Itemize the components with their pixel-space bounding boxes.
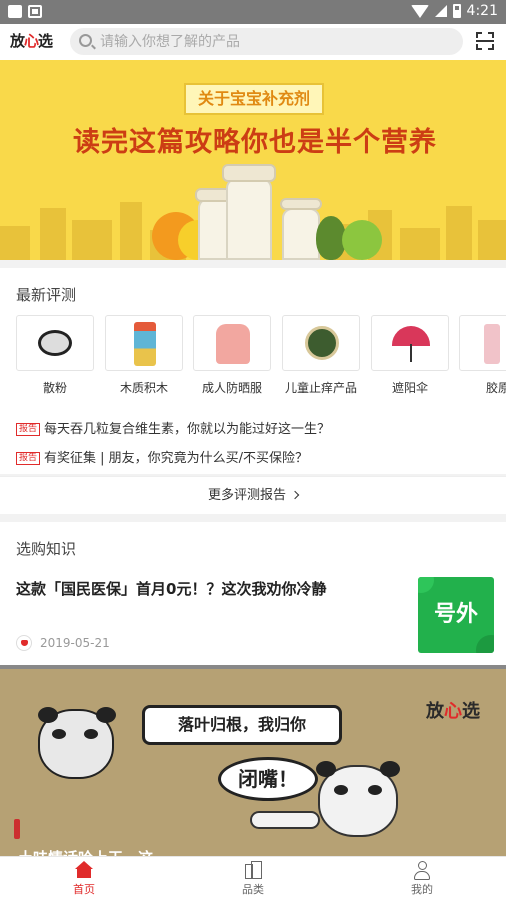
search-bar[interactable] — [70, 28, 463, 55]
ointment-tin-icon — [305, 326, 339, 360]
speech-bubble: 闭嘴！ — [218, 757, 318, 801]
section-title-knowledge: 选购知识 — [16, 540, 77, 558]
compact-powder-icon — [38, 330, 72, 356]
product-carousel[interactable]: 散粉 木质积木 成人防晒服 儿童止痒产品 遮阳伞 胶 — [16, 315, 506, 395]
product-card[interactable]: 胶原 — [459, 315, 506, 395]
gallery-notification-icon — [28, 5, 42, 18]
signal-icon — [434, 5, 447, 17]
home-icon — [75, 861, 93, 879]
category-icon — [244, 861, 262, 879]
nav-home[interactable]: 首页 — [34, 861, 134, 897]
product-card[interactable]: 成人防晒服 — [193, 315, 271, 395]
product-card[interactable]: 木质积木 — [105, 315, 183, 395]
pointing-hand-icon — [250, 811, 320, 829]
chevron-right-icon — [290, 490, 300, 500]
product-card[interactable]: 遮阳伞 — [371, 315, 449, 395]
bottom-navigation: 首页 品类 我的 — [0, 856, 506, 900]
apple-icon — [342, 220, 382, 260]
search-input[interactable] — [100, 31, 450, 52]
nav-category[interactable]: 品类 — [203, 861, 303, 897]
meme-illustration: 落叶归根，我归你 闭嘴！ — [18, 699, 408, 839]
supplement-bottle-icon — [282, 208, 320, 260]
article-title[interactable]: 这款「国民医保」首月0元！？这次我劝你冷静 — [16, 578, 396, 599]
status-time: 4:21 — [466, 3, 498, 19]
product-card[interactable]: 儿童止痒产品 — [282, 315, 360, 395]
report-badge: 报告 — [16, 452, 41, 465]
article-meta: 2019-05-21 — [16, 635, 110, 651]
buying-knowledge-section: 选购知识 这款「国民医保」首月0元！？这次我劝你冷静 2019-05-21 号外 — [0, 522, 506, 665]
collagen-bottle-icon — [484, 324, 500, 364]
scan-icon[interactable] — [476, 32, 494, 50]
report-badge: 报告 — [16, 423, 41, 436]
sun-jacket-icon — [216, 324, 250, 364]
more-reports-link[interactable]: 更多评测报告 — [0, 476, 506, 514]
status-bar: 4:21 — [0, 0, 506, 24]
report-link[interactable]: 报告 每天吞几粒复合维生素，你就以为能过好这一生？ — [16, 418, 330, 437]
article-date: 2019-05-21 — [40, 636, 110, 650]
search-icon — [79, 34, 92, 47]
supplement-bottle-icon — [226, 178, 272, 260]
profile-icon — [413, 861, 431, 880]
top-header: 放心选 — [0, 24, 506, 60]
section-title-reviews: 最新评测 — [16, 286, 77, 304]
notification-icon — [8, 5, 22, 18]
red-marker — [14, 819, 20, 839]
article-thumbnail[interactable]: 号外 — [418, 577, 494, 653]
latest-reviews-section: 最新评测 散粉 木质积木 成人防晒服 儿童止痒产品 遮阳伞 胶 报告 每天吞几粒… — [0, 268, 506, 474]
wooden-blocks-jar-icon — [134, 322, 156, 366]
meme-article-banner[interactable]: 落叶归根，我归你 闭嘴！ 放心选 土味情话哈上天，这 — [0, 665, 506, 856]
nav-profile[interactable]: 我的 — [372, 861, 472, 897]
speech-bubble: 落叶归根，我归你 — [142, 705, 342, 745]
wifi-icon — [410, 4, 429, 18]
umbrella-icon — [392, 326, 430, 346]
promo-banner[interactable]: 关于宝宝补充剂 读完这篇攻略你也是半个营养师！ — [0, 60, 506, 260]
report-link[interactable]: 报告 有奖征集 | 朋友，你究竟为什么买/不买保险？ — [16, 447, 308, 466]
source-logo-icon — [16, 635, 32, 651]
battery-icon — [452, 4, 461, 18]
product-card[interactable]: 散粉 — [16, 315, 94, 395]
banner-tag: 关于宝宝补充剂 — [184, 83, 324, 115]
app-logo[interactable]: 放心选 — [10, 30, 53, 51]
meme-logo: 放心选 — [426, 701, 480, 722]
meme-caption: 土味情话哈上天，这 — [18, 847, 153, 856]
